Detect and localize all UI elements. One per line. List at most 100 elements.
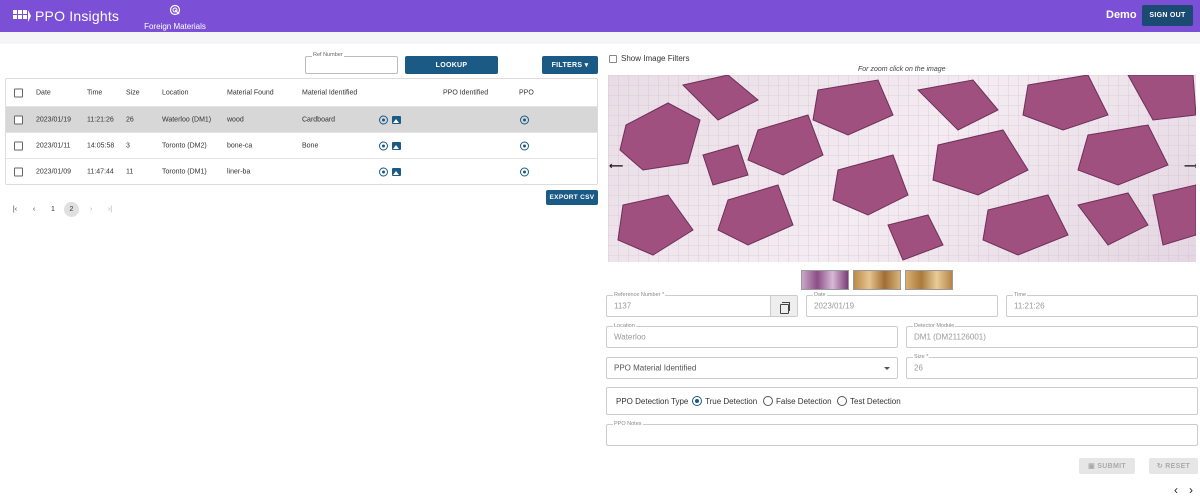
radio-false-detection-label[interactable]: False Detection (776, 397, 832, 406)
row-location: Waterloo (DM1) (162, 116, 212, 123)
time-field[interactable]: Time 11:21:26 (1006, 292, 1198, 317)
detection-image (608, 75, 1196, 262)
target-icon[interactable] (520, 141, 529, 150)
table-header-row: Date Time Size Location Material Found M… (6, 79, 597, 107)
row-size: 3 (126, 142, 130, 149)
column-header-size[interactable]: Size (126, 89, 140, 96)
date-value: 2023/01/19 (814, 301, 855, 311)
row-date: 2023/01/11 (36, 142, 71, 149)
sign-out-button[interactable]: SIGN OUT (1142, 5, 1193, 26)
detector-module-label: Detector Module (913, 323, 956, 329)
image-icon[interactable] (392, 168, 401, 176)
row-time: 11:21:26 (87, 116, 114, 123)
ref-number-field[interactable]: Ref Number (305, 52, 398, 74)
sub-header-bar (0, 32, 1200, 44)
show-image-filters-checkbox[interactable] (609, 54, 617, 63)
target-icon[interactable] (379, 141, 388, 150)
reference-number-field[interactable]: Reference Number * 1137 (606, 292, 798, 317)
results-table: Date Time Size Location Material Found M… (5, 78, 598, 185)
column-header-ppo-identified[interactable]: PPO Identified (443, 89, 488, 96)
save-icon: ▣ (1088, 463, 1098, 470)
next-page-button[interactable]: › (85, 202, 97, 217)
target-icon[interactable] (379, 115, 388, 124)
radio-true-detection[interactable] (692, 396, 702, 406)
export-csv-button[interactable]: EXPORT CSV (546, 190, 598, 205)
ppo-notes-field[interactable]: PPO Notes (606, 421, 1198, 446)
image-icon[interactable] (392, 115, 401, 124)
ref-number-input[interactable] (305, 56, 398, 74)
row-location: Toronto (DM2) (162, 142, 207, 149)
prev-page-button[interactable]: ‹ (28, 202, 40, 217)
row-size: 11 (126, 168, 134, 176)
row-checkbox[interactable] (14, 167, 23, 177)
target-icon[interactable] (520, 167, 529, 177)
first-page-button[interactable]: |‹ (9, 202, 21, 217)
zoom-hint: For zoom click on the image (858, 66, 946, 73)
date-field[interactable]: Date 2023/01/19 (806, 292, 998, 317)
radio-test-detection-label[interactable]: Test Detection (850, 397, 901, 406)
reset-button[interactable]: ↻ RESET (1149, 458, 1198, 474)
last-page-button[interactable]: ›| (103, 202, 117, 217)
radio-false-detection[interactable] (763, 396, 773, 406)
row-material-found: bone-ca (227, 142, 253, 149)
show-image-filters-label: Show Image Filters (621, 54, 690, 63)
detector-module-field[interactable]: Detector Module DM1 (DM21126001) (906, 323, 1198, 348)
radio-test-detection[interactable] (837, 396, 847, 406)
location-label: Location (613, 323, 636, 329)
row-checkbox[interactable] (14, 141, 23, 150)
size-field[interactable]: Size * 26 (906, 354, 1198, 379)
nav-foreign-materials-label: Foreign Materials (144, 22, 206, 31)
lookup-button[interactable]: LOOKUP (405, 56, 498, 74)
row-material-found: wood (227, 116, 244, 123)
copy-icon[interactable] (770, 296, 797, 316)
location-value: Waterloo (614, 332, 646, 342)
next-record-chevron-icon[interactable]: › (1189, 483, 1193, 497)
page-2-button[interactable]: 2 (64, 202, 79, 217)
reset-label: RESET (1165, 463, 1191, 470)
page-1-button[interactable]: 1 (46, 202, 60, 217)
column-header-ppo[interactable]: PPO (519, 89, 534, 96)
row-material-identified: Bone (302, 142, 319, 149)
app-logo[interactable]: PPO Insights (13, 8, 119, 24)
grid-logo-icon (13, 8, 31, 24)
ppo-material-select[interactable]: PPO Material Identified (606, 357, 898, 379)
thumbnail-1[interactable] (801, 270, 849, 290)
reference-number-label: Reference Number * (613, 292, 666, 298)
time-value: 11:21:26 (1014, 301, 1045, 311)
row-time: 14:05:58 (87, 142, 115, 149)
row-date: 2023/01/19 (36, 116, 72, 123)
column-header-material-found[interactable]: Material Found (227, 89, 274, 96)
user-name: Demo (1106, 9, 1137, 21)
nav-foreign-materials[interactable]: Foreign Materials (142, 3, 208, 31)
detection-image-viewer[interactable]: ⟵ ⟶ (608, 75, 1196, 262)
column-header-time[interactable]: Time (87, 89, 102, 96)
row-material-found: liner-ba (227, 168, 251, 176)
target-icon[interactable] (520, 115, 529, 124)
filters-button[interactable]: FILTERS ▾ (542, 56, 598, 74)
location-field[interactable]: Location Waterloo (606, 323, 898, 348)
column-header-material-identified[interactable]: Material Identified (302, 89, 357, 96)
size-label: Size * (913, 354, 930, 360)
image-icon[interactable] (392, 141, 401, 150)
radar-icon (169, 4, 181, 16)
prev-image-arrow-icon[interactable]: ⟵ (609, 161, 623, 172)
thumbnail-3[interactable] (905, 270, 953, 290)
row-size: 26 (126, 116, 134, 123)
app-title: PPO Insights (35, 8, 120, 24)
thumbnail-2[interactable] (853, 270, 901, 290)
submit-button[interactable]: ▣ SUBMIT (1079, 458, 1135, 474)
table-row[interactable]: 2023/01/11 14:05:58 3 Toronto (DM2) bone… (6, 133, 597, 159)
radio-true-detection-label[interactable]: True Detection (705, 397, 757, 406)
date-label: Date (813, 292, 827, 298)
table-row[interactable]: 2023/01/19 11:21:26 26 Waterloo (DM1) wo… (6, 107, 597, 133)
ppo-material-placeholder: PPO Material Identified (614, 363, 697, 373)
table-row[interactable]: 2023/01/09 11:47:44 11 Toronto (DM1) lin… (6, 159, 597, 185)
column-header-location[interactable]: Location (162, 89, 188, 96)
target-icon[interactable] (379, 167, 388, 177)
show-image-filters-toggle[interactable]: Show Image Filters (609, 54, 689, 63)
column-header-date[interactable]: Date (36, 89, 51, 96)
prev-record-chevron-icon[interactable]: ‹ (1174, 483, 1178, 497)
row-checkbox[interactable] (14, 115, 23, 124)
select-all-checkbox[interactable] (14, 88, 23, 97)
next-image-arrow-icon[interactable]: ⟶ (1184, 161, 1196, 172)
